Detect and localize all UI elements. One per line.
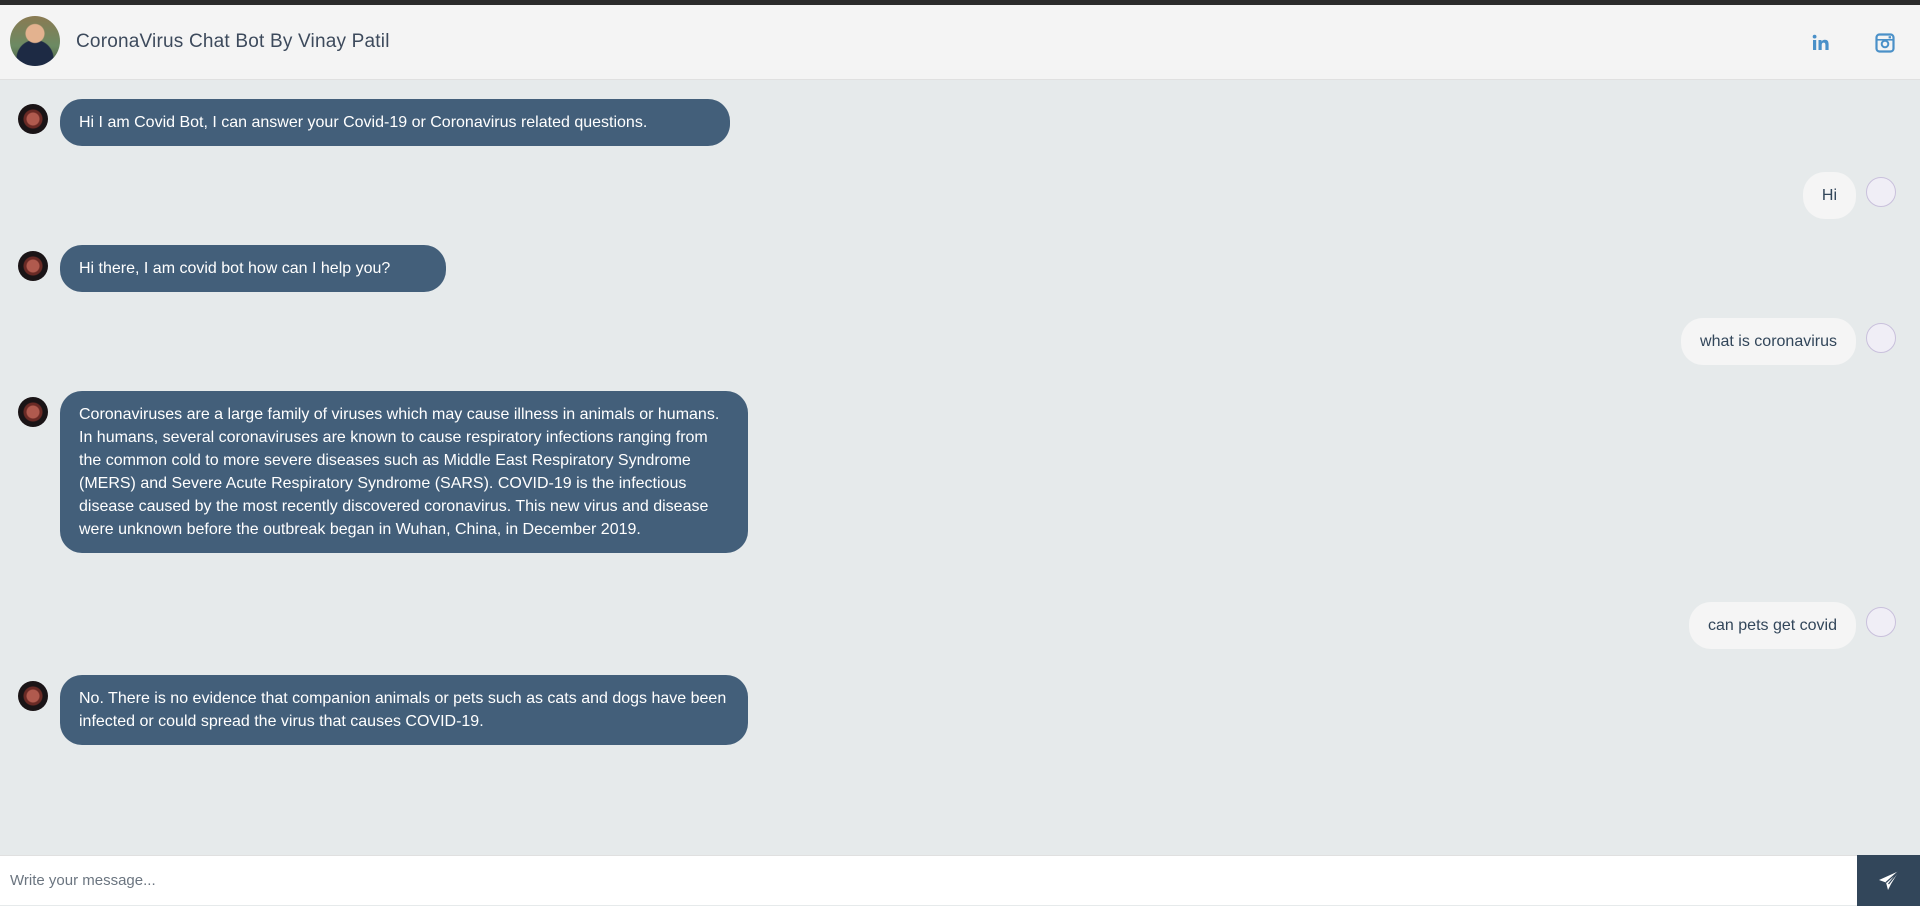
- bot-message: Hi I am Covid Bot, I can answer your Cov…: [60, 99, 730, 146]
- profile-avatar: [10, 16, 60, 66]
- bot-avatar-icon: [18, 397, 48, 427]
- user-message: what is coronavirus: [1681, 318, 1856, 365]
- user-avatar-icon: [1866, 177, 1896, 207]
- send-button[interactable]: [1857, 855, 1920, 906]
- bot-message: Coronaviruses are a large family of viru…: [60, 391, 748, 553]
- linkedin-icon: [1812, 34, 1829, 50]
- bot-message: Hi there, I am covid bot how can I help …: [60, 245, 446, 292]
- chat-header: CoronaVirus Chat Bot By Vinay Patil: [0, 5, 1920, 80]
- bot-avatar-icon: [18, 104, 48, 134]
- instagram-link[interactable]: [1873, 31, 1897, 55]
- user-avatar-icon: [1866, 607, 1896, 637]
- bot-message: No. There is no evidence that companion …: [60, 675, 748, 745]
- message-composer: [0, 855, 1920, 906]
- message-input[interactable]: [0, 856, 1857, 904]
- user-message: can pets get covid: [1689, 602, 1856, 649]
- chat-messages[interactable]: Hi I am Covid Bot, I can answer your Cov…: [0, 80, 1920, 855]
- linkedin-link[interactable]: [1809, 31, 1833, 55]
- user-message: Hi: [1802, 172, 1856, 219]
- header-title: CoronaVirus Chat Bot By Vinay Patil: [76, 31, 390, 52]
- paper-plane-icon: [1878, 870, 1899, 890]
- instagram-icon: [1875, 33, 1895, 53]
- user-avatar-icon: [1866, 323, 1896, 353]
- bot-avatar-icon: [18, 681, 48, 711]
- bot-avatar-icon: [18, 251, 48, 281]
